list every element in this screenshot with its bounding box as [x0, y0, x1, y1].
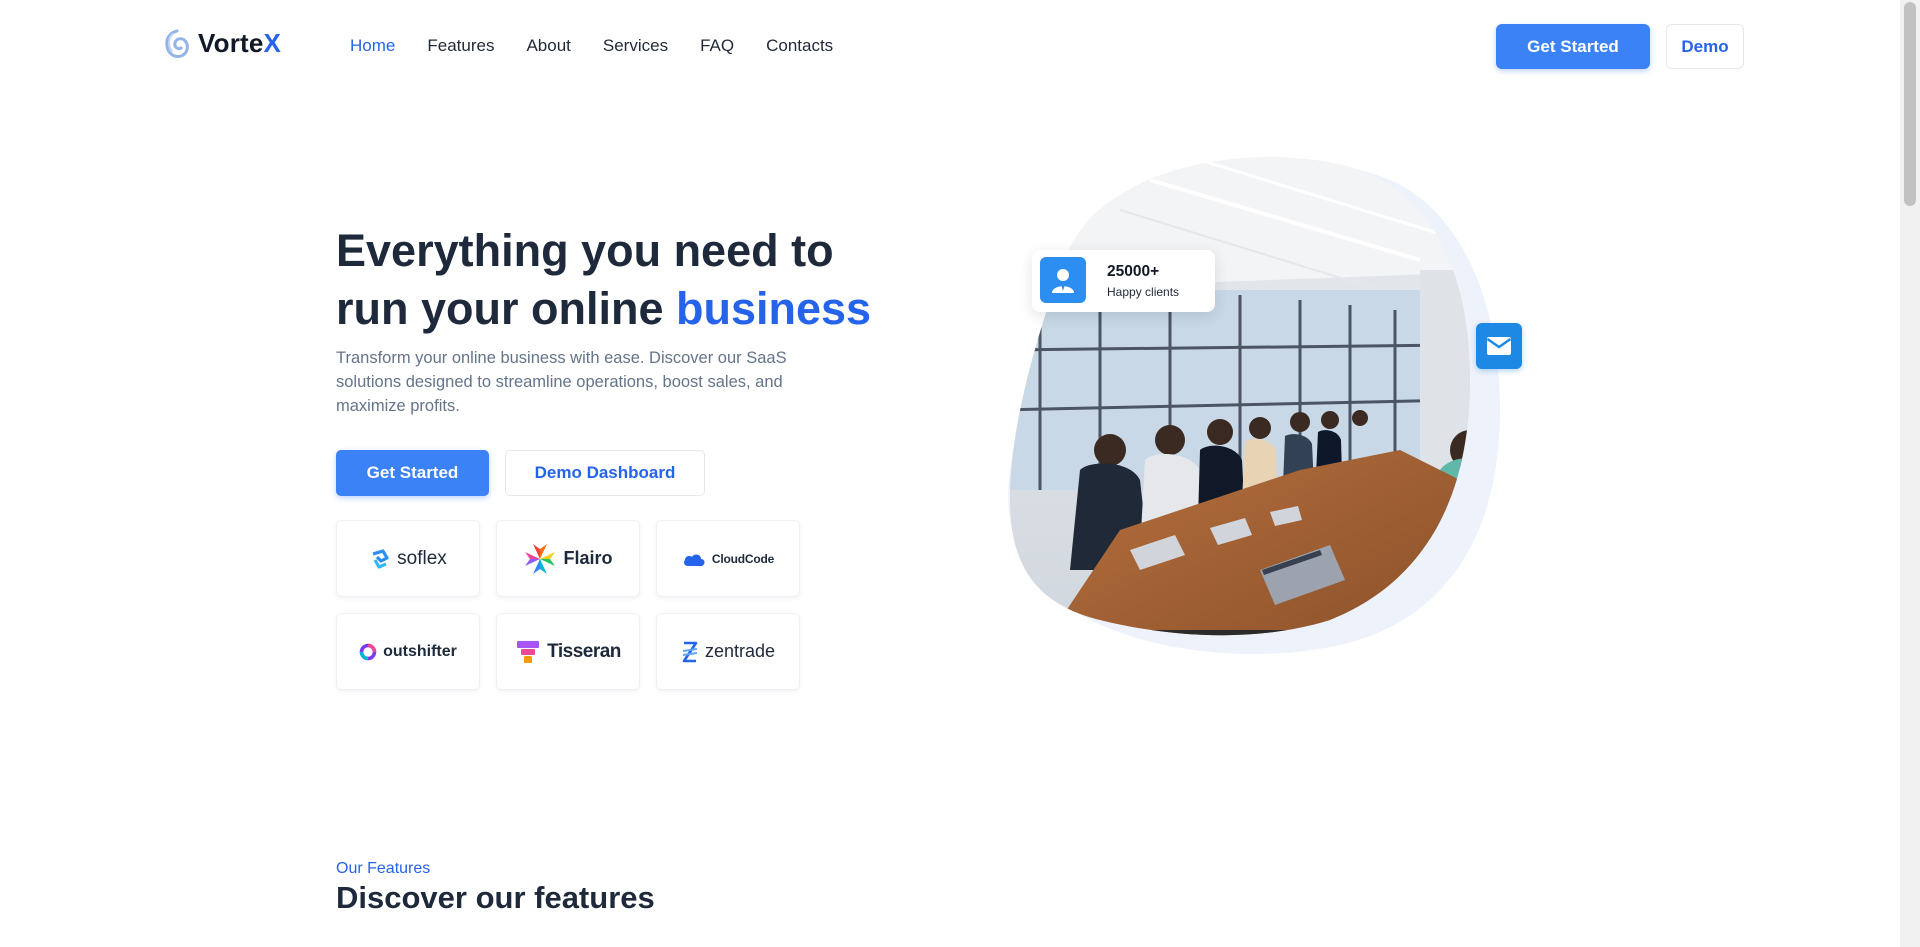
meeting-photo — [1010, 157, 1470, 636]
main-nav: Home Features About Services FAQ Contact… — [350, 36, 833, 56]
hero-title: Everything you need to run your online b… — [336, 225, 872, 334]
nav-features[interactable]: Features — [427, 36, 494, 56]
nav-services[interactable]: Services — [603, 36, 668, 56]
user-icon — [1040, 257, 1086, 303]
header-get-started-button[interactable]: Get Started — [1496, 24, 1650, 69]
partner-card-tisseran: Tisseran — [496, 613, 640, 690]
nav-faq[interactable]: FAQ — [700, 36, 734, 56]
partner-name: CloudCode — [711, 551, 775, 566]
cloud-logo-icon — [683, 554, 705, 566]
hero-title-highlight: business — [676, 283, 872, 334]
brand-name: VorteX — [198, 28, 282, 58]
partner-card-outshifter: outshifter — [336, 613, 480, 690]
hero-get-started-button[interactable]: Get Started — [336, 450, 489, 496]
hero-demo-dashboard-button[interactable]: Demo Dashboard — [505, 450, 705, 496]
soflex-logo-icon — [372, 548, 389, 569]
page-scrollbar[interactable] — [1900, 0, 1920, 947]
partner-name: soflex — [397, 547, 447, 569]
tisseran-logo-icon — [517, 640, 540, 663]
nav-contacts[interactable]: Contacts — [766, 36, 833, 56]
partner-name: Flairo — [563, 548, 613, 568]
brand-logo[interactable]: VorteX — [164, 28, 281, 59]
site-header: VorteX Home Features About Services FAQ … — [0, 0, 1900, 94]
flairo-logo-icon — [525, 543, 556, 574]
features-eyebrow: Our Features — [336, 860, 431, 877]
hero-image — [1008, 157, 1500, 655]
happy-clients-value: 25000+ — [1107, 263, 1160, 280]
nav-home[interactable]: Home — [350, 36, 395, 56]
scrollbar-thumb[interactable] — [1904, 2, 1916, 206]
happy-clients-label: Happy clients — [1107, 285, 1180, 299]
partner-name: Tisseran — [547, 640, 621, 662]
partner-card-cloudcode: CloudCode — [656, 520, 800, 597]
nav-about[interactable]: About — [526, 36, 570, 56]
mail-icon[interactable] — [1476, 323, 1522, 369]
zentrade-logo-icon — [682, 641, 698, 662]
partner-card-flairo: Flairo — [496, 520, 640, 597]
partner-card-soflex: soflex — [336, 520, 480, 597]
partner-card-zentrade: zentrade — [656, 613, 800, 690]
hero-description: Transform your online business with ease… — [336, 349, 787, 415]
features-title: Discover our features — [336, 880, 655, 915]
outshifter-logo-icon — [359, 643, 377, 660]
happy-clients-card: 25000+ Happy clients — [1032, 250, 1215, 312]
partner-name: outshifter — [383, 642, 457, 660]
partner-name: zentrade — [704, 641, 776, 661]
vortex-logo-icon — [165, 29, 189, 58]
header-demo-button[interactable]: Demo — [1666, 24, 1744, 69]
